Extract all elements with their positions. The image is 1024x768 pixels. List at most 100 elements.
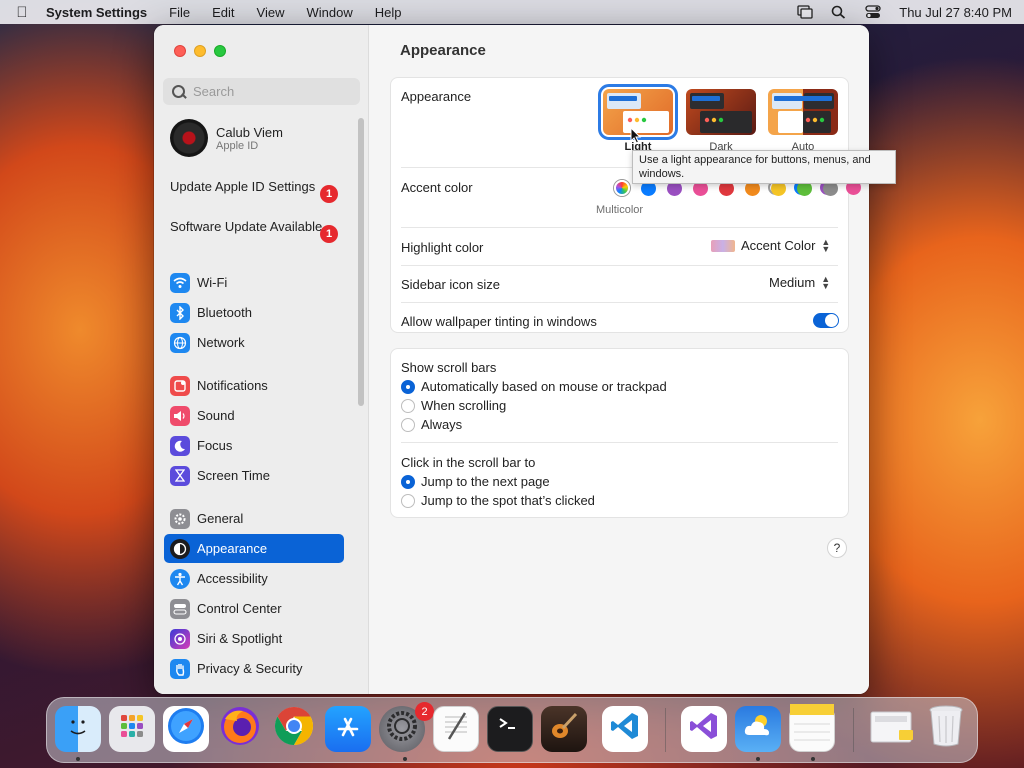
search-placeholder: Search	[193, 84, 235, 99]
dock-finder[interactable]	[55, 706, 101, 752]
sidebar-item-label: Screen Time	[197, 468, 270, 483]
dock-safari[interactable]	[163, 706, 209, 752]
menu-file[interactable]: File	[169, 5, 190, 20]
sidebar-item-screen-time[interactable]: Screen Time	[164, 461, 344, 490]
bluetooth-icon	[170, 302, 190, 323]
dock-visual-studio[interactable]	[681, 706, 727, 752]
wallpaper-tinting-label: Allow wallpaper tinting in windows	[401, 314, 597, 329]
settings-window: Search Calub Viem Apple ID Update Apple …	[154, 25, 869, 694]
sidebar-icon-size-popup[interactable]: Medium ▲ ▼	[769, 274, 830, 290]
highlight-swatch	[711, 239, 735, 252]
dock-app-store[interactable]	[325, 706, 371, 752]
search-icon	[171, 84, 187, 100]
app-store-icon	[333, 711, 363, 747]
radio-label: Jump to the spot that’s clicked	[421, 493, 595, 508]
mouse-cursor-icon	[630, 127, 642, 144]
radio-selected-icon	[401, 474, 415, 489]
sidebar-item-wifi[interactable]: Wi-Fi	[164, 268, 344, 297]
minimize-window-button[interactable]	[194, 45, 206, 57]
screen-mirroring-icon[interactable]	[797, 5, 813, 19]
scroll-bars-group: Show scroll bars Automatically based on …	[390, 348, 849, 518]
radio-label: Automatically based on mouse or trackpad	[421, 379, 667, 394]
dock-launchpad[interactable]	[109, 706, 155, 752]
appearance-auto-option[interactable]	[768, 89, 838, 135]
zoom-window-button[interactable]	[214, 45, 226, 57]
sidebar-item-notifications[interactable]: Notifications	[164, 371, 344, 400]
dock-firefox[interactable]	[217, 706, 263, 752]
sidebar-item-label: Sound	[197, 408, 235, 423]
dock-trash[interactable]	[923, 705, 969, 752]
menu-clock[interactable]: Thu Jul 27 8:40 PM	[899, 5, 1012, 20]
sidebar-scrollbar[interactable]	[358, 118, 364, 406]
sidebar-item-sound[interactable]: Sound	[164, 401, 344, 430]
click-spot-radio[interactable]: Jump to the spot that’s clicked	[401, 493, 595, 508]
gear-icon	[170, 508, 190, 529]
dock-downloads[interactable]	[869, 706, 915, 752]
notes-icon	[790, 704, 834, 754]
accent-color-label: Accent color	[401, 180, 473, 195]
wallpaper-tinting-toggle[interactable]	[813, 313, 839, 328]
divider	[401, 227, 838, 228]
sidebar-item-appearance[interactable]: Appearance	[164, 534, 344, 563]
siri-icon	[170, 628, 190, 649]
dock-chrome[interactable]	[271, 706, 317, 752]
sidebar-item-network[interactable]: Network	[164, 328, 344, 357]
pen-icon	[439, 709, 473, 749]
scroll-bars-auto-radio[interactable]: Automatically based on mouse or trackpad	[401, 379, 667, 394]
highlight-color-label: Highlight color	[401, 240, 484, 255]
divider	[401, 302, 838, 303]
running-indicator	[811, 757, 815, 761]
sidebar-item-label: Wi-Fi	[197, 275, 228, 290]
menu-edit[interactable]: Edit	[212, 5, 234, 20]
appearance-group: Appearance Light Dark Auto Accent color …	[390, 77, 849, 333]
dock-vscode[interactable]	[602, 706, 648, 752]
search-input[interactable]: Search	[163, 78, 360, 105]
bell-icon	[170, 375, 190, 396]
dock-notes[interactable]	[789, 704, 835, 754]
control-center-icon	[170, 598, 190, 619]
notice-update-apple-id[interactable]: Update Apple ID Settings	[170, 179, 340, 195]
sidebar-item-bluetooth[interactable]: Bluetooth	[164, 298, 344, 327]
dock-separator	[665, 708, 666, 752]
apple-id-profile[interactable]: Calub Viem Apple ID	[170, 119, 283, 157]
radio-selected-icon	[401, 379, 415, 394]
highlight-color-popup[interactable]: Accent Color ▲ ▼	[711, 237, 830, 253]
sidebar-item-accessibility[interactable]: Accessibility	[164, 564, 344, 593]
running-indicator	[403, 757, 407, 761]
help-button[interactable]: ?	[827, 538, 847, 558]
globe-icon	[170, 332, 190, 353]
launchpad-icon	[117, 711, 147, 747]
dock-weather[interactable]	[735, 706, 781, 752]
sidebar-item-label: Network	[197, 335, 245, 350]
speaker-icon	[170, 405, 190, 426]
notice-badge: 1	[320, 225, 338, 243]
hourglass-icon	[170, 465, 190, 486]
control-center-icon[interactable]	[865, 5, 881, 19]
spotlight-search-icon[interactable]	[831, 5, 847, 19]
page-title: Appearance	[400, 42, 486, 59]
sidebar-item-label: Siri & Spotlight	[197, 631, 283, 646]
notice-software-update[interactable]: Software Update Available	[170, 219, 340, 235]
dock-textedit[interactable]	[433, 706, 479, 752]
highlight-color-value: Accent Color	[741, 238, 816, 253]
close-window-button[interactable]	[174, 45, 186, 57]
accent-multicolor-swatch[interactable]	[614, 180, 630, 196]
sidebar-item-control-center[interactable]: Control Center	[164, 594, 344, 623]
apple-menu-icon[interactable]: 	[12, 4, 32, 21]
scroll-bars-always-radio[interactable]: Always	[401, 417, 462, 432]
dock-terminal[interactable]	[487, 706, 533, 752]
appearance-dark-option[interactable]	[686, 89, 756, 135]
menu-view[interactable]: View	[257, 5, 285, 20]
dock-garageband[interactable]	[541, 706, 587, 752]
menu-help[interactable]: Help	[375, 5, 402, 20]
click-next-page-radio[interactable]: Jump to the next page	[401, 474, 550, 489]
folder-icon	[869, 706, 915, 752]
menu-app-name[interactable]: System Settings	[46, 5, 147, 20]
sidebar: Search Calub Viem Apple ID Update Apple …	[154, 25, 369, 694]
menu-window[interactable]: Window	[306, 5, 352, 20]
sidebar-item-focus[interactable]: Focus	[164, 431, 344, 460]
sidebar-item-general[interactable]: General	[164, 504, 344, 533]
sidebar-item-siri-spotlight[interactable]: Siri & Spotlight	[164, 624, 344, 653]
sidebar-item-privacy-security[interactable]: Privacy & Security	[164, 654, 344, 683]
scroll-bars-when-scrolling-radio[interactable]: When scrolling	[401, 398, 506, 413]
